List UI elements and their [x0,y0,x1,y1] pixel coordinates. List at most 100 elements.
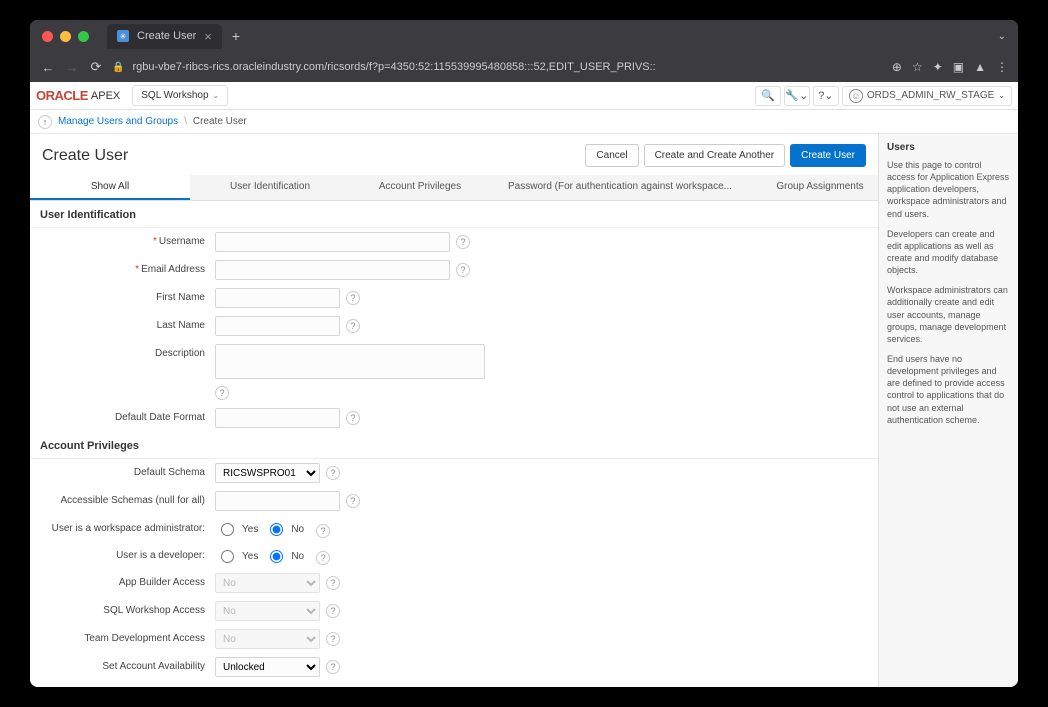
workspace-admin-label: User is a workspace administrator: [40,519,215,534]
help-icon[interactable]: ? [316,551,330,565]
profile-icon[interactable]: ▲ [974,60,986,74]
row-accessible-schemas: Accessible Schemas (null for all) ? [30,487,878,515]
help-icon[interactable]: ? [346,319,360,333]
availability-select[interactable]: Unlocked [215,657,320,677]
search-icon[interactable]: 🔍 [755,86,781,106]
tab-show-all[interactable]: Show All [30,175,190,200]
extension-icon[interactable]: ▣ [953,60,964,74]
reload-icon[interactable]: ⟳ [88,59,104,75]
row-description: Description [30,340,878,383]
maximize-window-button[interactable] [78,31,89,42]
help-icon[interactable]: ?⌄ [813,86,839,106]
back-icon[interactable]: ← [40,60,56,75]
content-wrapper: Create User Cancel Create and Create Ano… [30,134,1018,687]
row-availability: Set Account Availability Unlocked ? [30,653,878,681]
sql-workshop-menu[interactable]: SQL Workshop ⌄ [132,85,228,106]
accessible-schemas-label: Accessible Schemas (null for all) [40,491,215,506]
close-window-button[interactable] [42,31,53,42]
help-paragraph: End users have no development privileges… [887,353,1010,426]
breadcrumb-up-icon[interactable]: ↑ [38,115,52,129]
help-icon[interactable]: ? [215,386,229,400]
menu-icon[interactable]: ⋮ [996,60,1008,74]
row-workspace-admin: User is a workspace administrator: Yes N… [30,515,878,542]
workspace-admin-yes-radio[interactable] [221,523,234,536]
create-another-button[interactable]: Create and Create Another [644,144,786,167]
default-schema-select[interactable]: RICSWSPRO01 [215,463,320,483]
availability-label: Set Account Availability [40,657,215,672]
help-icon[interactable]: ? [326,604,340,618]
default-date-format-label: Default Date Format [40,408,215,423]
accessible-schemas-input[interactable] [215,491,340,511]
description-input[interactable] [215,344,485,379]
help-icon[interactable]: ? [316,524,330,538]
help-paragraph: Use this page to control access for Appl… [887,159,1010,220]
product-name: APEX [91,90,120,102]
developer-yes-radio[interactable] [221,550,234,563]
no-label: No [291,524,304,535]
extensions-icon[interactable]: ✦ [933,60,943,74]
page-title: Create User [42,147,580,165]
browser-window: ✳ Create User × + ⌄ ← → ⟳ 🔒 rgbu-vbe7-ri… [30,20,1018,687]
cancel-button[interactable]: Cancel [585,144,638,167]
close-tab-icon[interactable]: × [204,29,212,44]
row-sql-workshop: SQL Workshop Access No ? [30,597,878,625]
email-input[interactable] [215,260,450,280]
help-icon[interactable]: ? [456,263,470,277]
help-icon[interactable]: ? [326,466,340,480]
username-input[interactable] [215,232,450,252]
addressbar: ← → ⟳ 🔒 rgbu-vbe7-ribcs-rics.oracleindus… [30,52,1018,82]
admin-icon[interactable]: 🔧⌄ [784,86,810,106]
row-developer: User is a developer: Yes No ? [30,542,878,569]
user-menu[interactable]: ☺ ORDS_ADMIN_RW_STAGE ⌄ [842,86,1012,106]
sql-workshop-label: SQL Workshop Access [40,601,215,616]
chevron-down-icon: ⌄ [998,91,1005,100]
new-tab-button[interactable]: + [232,28,240,44]
help-icon[interactable]: ? [326,632,340,646]
row-first-name: First Name ? [30,284,878,312]
team-dev-label: Team Development Access [40,629,215,644]
tab-password[interactable]: Password (For authentication against wor… [490,175,750,200]
help-icon[interactable]: ? [346,494,360,508]
help-icon[interactable]: ? [346,411,360,425]
default-date-format-input[interactable] [215,408,340,428]
yes-label: Yes [242,551,258,562]
tabs: Show All User Identification Account Pri… [30,175,878,201]
last-name-input[interactable] [215,316,340,336]
minimize-window-button[interactable] [60,31,71,42]
username-label: ORDS_ADMIN_RW_STAGE [867,90,994,101]
breadcrumb: ↑ Manage Users and Groups \ Create User [30,110,1018,134]
tab-account-privileges[interactable]: Account Privileges [350,175,490,200]
row-default-schema: Default Schema RICSWSPRO01 ? [30,459,878,487]
help-paragraph: Workspace administrators can additionall… [887,284,1010,345]
help-icon[interactable]: ? [326,576,340,590]
no-label: No [291,551,304,562]
lock-icon[interactable]: 🔒 [112,62,124,73]
user-avatar-icon: ☺ [849,89,863,103]
install-icon[interactable]: ⊕ [892,60,902,74]
tab-user-identification[interactable]: User Identification [190,175,350,200]
row-default-date-format: Default Date Format ? [30,404,878,432]
developer-label: User is a developer: [40,546,215,561]
help-icon[interactable]: ? [346,291,360,305]
url-text[interactable]: rgbu-vbe7-ribcs-rics.oracleindustry.com/… [132,61,875,73]
first-name-input[interactable] [215,288,340,308]
tab-group-assignments[interactable]: Group Assignments [750,175,878,200]
create-user-button[interactable]: Create User [790,144,866,167]
help-icon[interactable]: ? [456,235,470,249]
app-builder-label: App Builder Access [40,573,215,588]
star-icon[interactable]: ☆ [912,60,923,74]
row-last-name: Last Name ? [30,312,878,340]
breadcrumb-parent[interactable]: Manage Users and Groups [58,116,178,127]
workspace-admin-no-radio[interactable] [270,523,283,536]
main-content: Create User Cancel Create and Create Ano… [30,134,878,687]
browser-tab[interactable]: ✳ Create User × [107,24,222,49]
help-icon[interactable]: ? [326,660,340,674]
section-password: Password (For authentication against wor… [30,681,878,687]
required-icon: * [135,264,139,275]
last-name-label: Last Name [40,316,215,331]
developer-no-radio[interactable] [270,550,283,563]
section-account-privileges: Account Privileges [30,432,878,459]
menu-label: SQL Workshop [141,90,208,101]
tabs-menu-icon[interactable]: ⌄ [998,31,1006,42]
required-icon: * [153,236,157,247]
